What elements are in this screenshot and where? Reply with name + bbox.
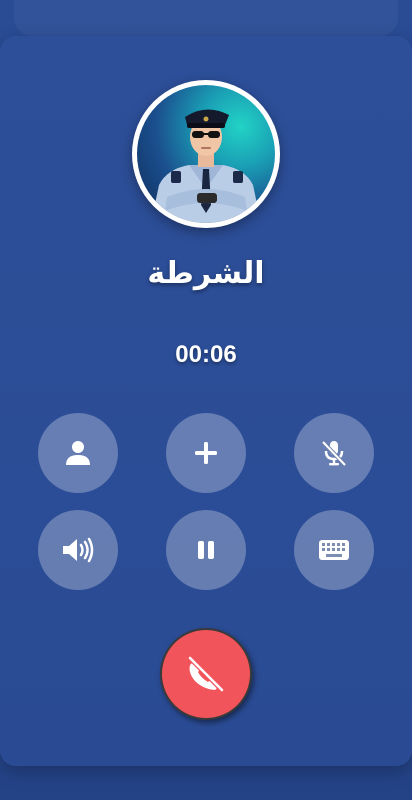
status-bar-area [14,0,398,36]
mute-button[interactable] [294,413,374,493]
person-icon [66,441,90,465]
contact-button[interactable] [38,413,118,493]
phone-hangup-icon [187,655,225,693]
caller-avatar-ring [132,80,280,228]
speaker-icon [63,537,94,563]
caller-avatar [137,85,275,223]
keypad-button[interactable] [294,510,374,590]
police-officer-image [151,109,261,223]
plus-icon [195,442,217,464]
caller-name: الشرطة [147,256,265,291]
call-screen: الشرطة 00:06 [0,0,412,800]
add-call-button[interactable] [166,413,246,493]
call-timer: 00:06 [175,341,237,368]
end-call-button[interactable] [160,628,252,720]
keyboard-icon [319,540,349,560]
hold-button[interactable] [166,510,246,590]
mic-off-icon [321,440,347,467]
speaker-button[interactable] [38,510,118,590]
pause-icon [198,541,214,559]
